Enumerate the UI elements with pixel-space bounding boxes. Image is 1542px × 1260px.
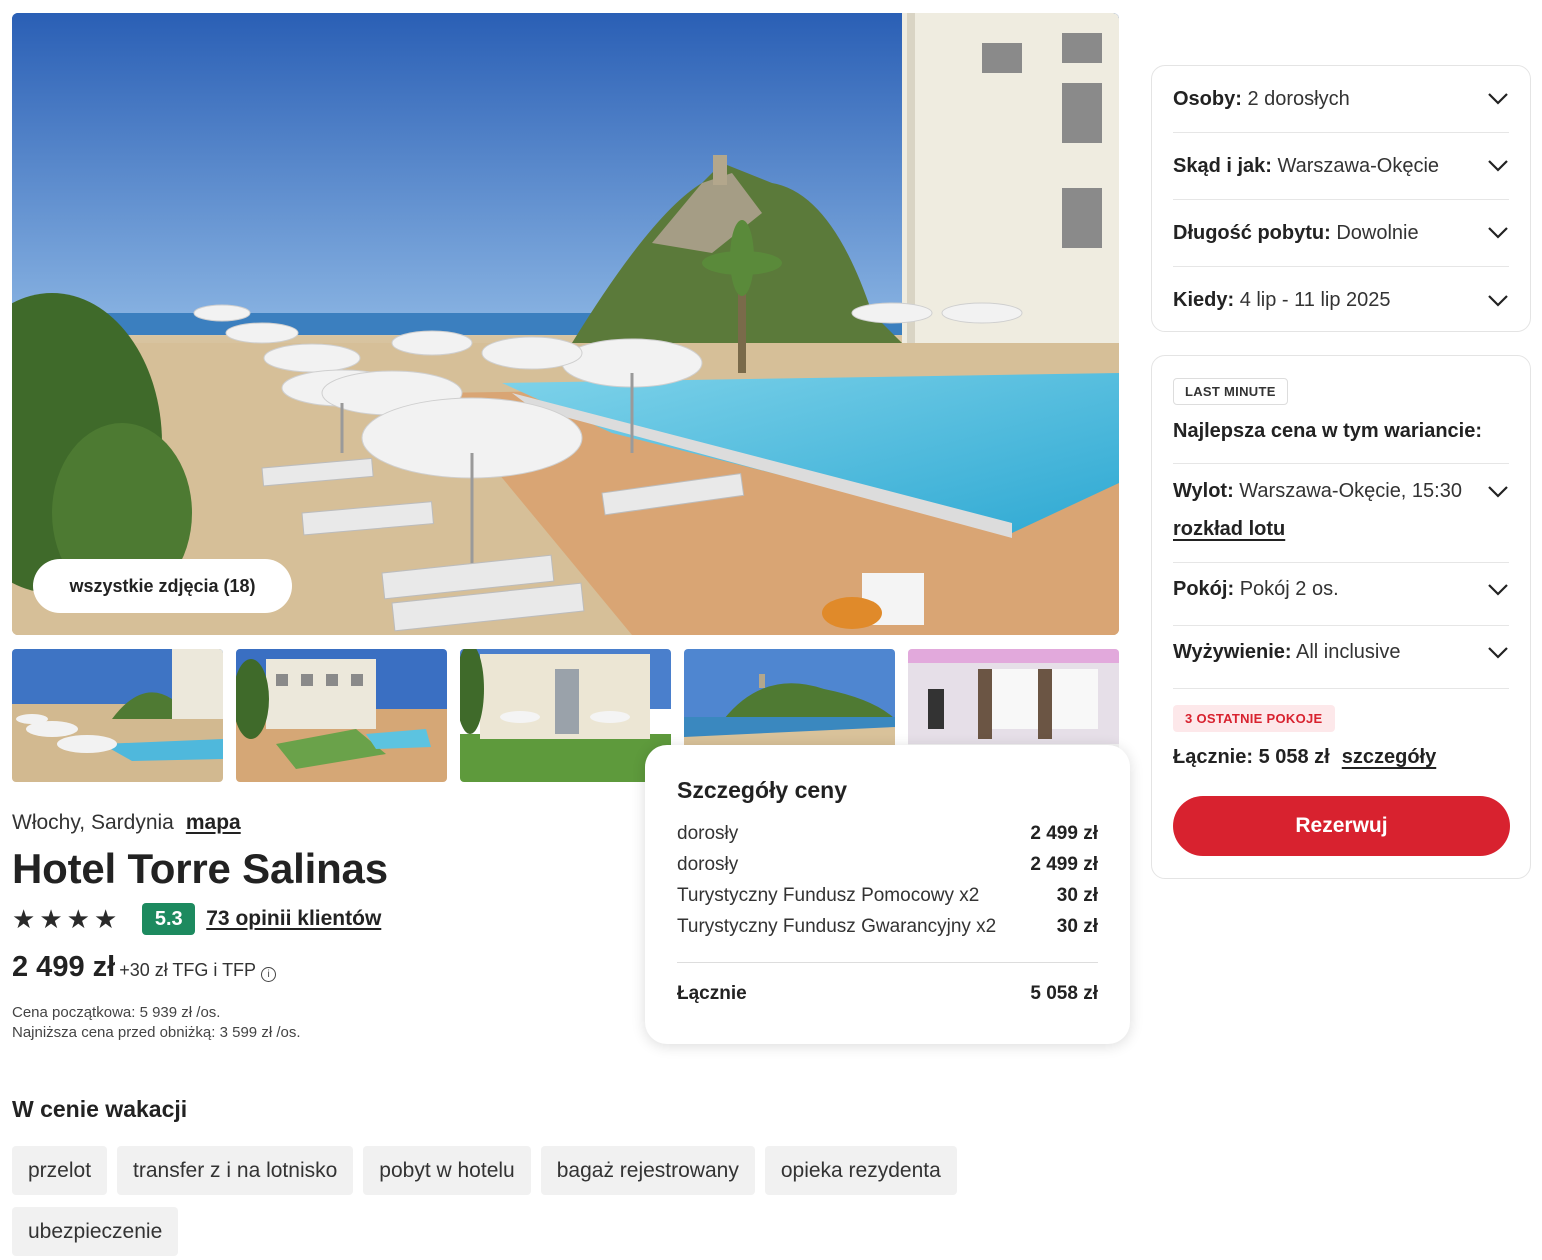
score-badge: 5.3 — [142, 903, 196, 935]
initial-price-note: Cena początkowa: 5 939 zł /os. — [12, 1004, 221, 1021]
reviews-link[interactable]: 73 opinii klientów — [206, 907, 381, 931]
reserve-button[interactable]: Rezerwuj — [1173, 796, 1510, 856]
pool-beach-photo-illustration — [12, 13, 1119, 635]
info-icon[interactable]: i — [261, 967, 277, 982]
divider — [1173, 625, 1509, 626]
price-detail-label: dorosły — [677, 822, 739, 844]
room-value: Pokój 2 os. — [1239, 578, 1339, 600]
included-chip: ubezpieczenie — [12, 1207, 179, 1256]
price-detail-label: Turystyczny Fundusz Pomocowy x2 — [677, 884, 980, 906]
price-detail-label: Turystyczny Fundusz Gwarancyjny x2 — [677, 915, 997, 937]
price-detail-row: Turystyczny Fundusz Pomocowy x2 30 zł — [677, 880, 1098, 911]
hotel-location: Włochy, Sardynia mapa — [12, 811, 241, 835]
board-label: Wyżywienie: — [1173, 641, 1292, 663]
flight-value: Warszawa-Okęcie, 15:30 — [1239, 480, 1462, 502]
filter-label: Skąd i jak: — [1173, 154, 1272, 177]
divider — [1173, 562, 1509, 563]
room-label: Pokój: — [1173, 578, 1235, 600]
filter-duration[interactable]: Długość pobytu: Dowolnie — [1173, 200, 1509, 267]
divider — [1173, 463, 1509, 464]
filter-value: 2 dorosłych — [1247, 87, 1350, 110]
filter-label: Kiedy: — [1173, 289, 1235, 311]
booking-total: Łącznie: 5 058 zł — [1173, 746, 1330, 768]
star-icon: ★ — [66, 904, 90, 934]
price-detail-row: Turystyczny Fundusz Gwarancyjny x2 30 zł — [677, 911, 1098, 942]
price-detail-row: dorosły 2 499 zł — [677, 849, 1098, 880]
chevron-down-icon — [1488, 583, 1508, 596]
chevron-down-icon — [1488, 93, 1508, 105]
included-chips: przelot transfer z i na lotnisko pobyt w… — [12, 1146, 1042, 1256]
booking-card: LAST MINUTE Najlepsza cena w tym warianc… — [1151, 355, 1531, 879]
filter-dates[interactable]: Kiedy: 4 lip - 11 lip 2025 — [1173, 267, 1509, 334]
all-photos-button[interactable]: wszystkie zdjęcia (18) — [33, 559, 292, 613]
price-details-title: Szczegóły ceny — [677, 777, 848, 803]
chevron-down-icon — [1488, 294, 1508, 307]
included-chip: przelot — [12, 1146, 108, 1195]
star-icon: ★ — [93, 904, 118, 934]
last-rooms-badge: 3 OSTATNIE POKOJE — [1173, 705, 1335, 732]
included-chip: opieka rezydenta — [764, 1146, 957, 1195]
filter-value: Dowolnie — [1336, 221, 1419, 244]
price-per-person: 2 499 zł — [12, 951, 116, 983]
chevron-down-icon — [1488, 227, 1508, 239]
price-details-popover: Szczegóły ceny dorosły 2 499 zł dorosły … — [645, 745, 1130, 1044]
rating-row: ★ ★ ★ ★ 5.3 73 opinii klientów — [12, 903, 381, 935]
room-row[interactable]: Pokój: Pokój 2 os. — [1173, 578, 1509, 601]
thumbnail-pool-beach[interactable] — [12, 649, 223, 782]
price-detail-value: 30 zł — [1056, 915, 1098, 937]
hotel-stars: ★ ★ ★ ★ — [12, 906, 117, 932]
filter-label: Osoby: — [1173, 87, 1242, 110]
price-detail-value: 2 499 zł — [1030, 822, 1098, 844]
price-total-value: 5 058 zł — [1030, 983, 1098, 1004]
chevron-down-icon — [1488, 160, 1508, 172]
thumbnail-hotel-garden-pool[interactable] — [236, 649, 447, 782]
price-details-link[interactable]: szczegóły — [1342, 746, 1436, 769]
price-total-label: Łącznie — [677, 983, 747, 1004]
divider — [677, 962, 1098, 963]
included-chip: pobyt w hotelu — [363, 1146, 531, 1195]
star-icon: ★ — [39, 904, 63, 934]
filter-value: Warszawa-Okęcie — [1277, 154, 1440, 177]
included-chip: transfer z i na lotnisko — [117, 1146, 354, 1195]
price-total-row: Łącznie 5 058 zł — [677, 983, 1098, 1005]
flight-row[interactable]: Wylot: Warszawa-Okęcie, 15:30 — [1173, 480, 1509, 503]
trip-filters-card: Osoby: 2 dorosłych Skąd i jak: Warszawa-… — [1151, 65, 1531, 332]
chevron-down-icon — [1488, 485, 1508, 498]
filter-persons[interactable]: Osoby: 2 dorosłych — [1173, 66, 1509, 133]
star-icon: ★ — [12, 904, 36, 934]
price-detail-value: 30 zł — [1056, 884, 1098, 906]
board-value: All inclusive — [1296, 641, 1401, 663]
price-extra-fees: +30 zł TFG i TFP — [119, 960, 257, 980]
price-detail-label: dorosły — [677, 853, 739, 875]
filter-label: Długość pobytu: — [1173, 221, 1331, 244]
price-detail-row: dorosły 2 499 zł — [677, 818, 1098, 849]
hotel-name: Hotel Torre Salinas — [12, 845, 388, 892]
best-price-label: Najlepsza cena w tym wariancie: — [1173, 420, 1483, 442]
chevron-down-icon — [1488, 646, 1508, 659]
location-text: Włochy, Sardynia — [12, 811, 174, 834]
price-detail-value: 2 499 zł — [1030, 853, 1098, 875]
filter-value: 4 lip - 11 lip 2025 — [1239, 289, 1391, 311]
flight-label: Wylot: — [1173, 480, 1234, 502]
divider — [1173, 688, 1509, 689]
main-hotel-photo[interactable]: wszystkie zdjęcia (18) — [12, 13, 1119, 635]
board-row[interactable]: Wyżywienie: All inclusive — [1173, 641, 1509, 664]
flight-schedule-link[interactable]: rozkład lotu — [1173, 518, 1285, 541]
map-link[interactable]: mapa — [186, 811, 241, 835]
included-chip: bagaż rejestrowany — [540, 1146, 755, 1195]
price-notes: Cena początkowa: 5 939 zł /os. Najniższa… — [12, 1003, 301, 1043]
price-row: 2 499 zł +30 zł TFG i TFP i — [12, 951, 277, 984]
thumbnail-hotel-lawn[interactable] — [460, 649, 671, 782]
last-minute-badge: LAST MINUTE — [1173, 378, 1288, 405]
included-section-title: W cenie wakacji — [12, 1096, 188, 1122]
filter-departure[interactable]: Skąd i jak: Warszawa-Okęcie — [1173, 133, 1509, 200]
lowest-price-note: Najniższa cena przed obniżką: 3 599 zł /… — [12, 1024, 301, 1041]
booking-total-row: Łącznie: 5 058 zł szczegóły — [1173, 746, 1436, 769]
